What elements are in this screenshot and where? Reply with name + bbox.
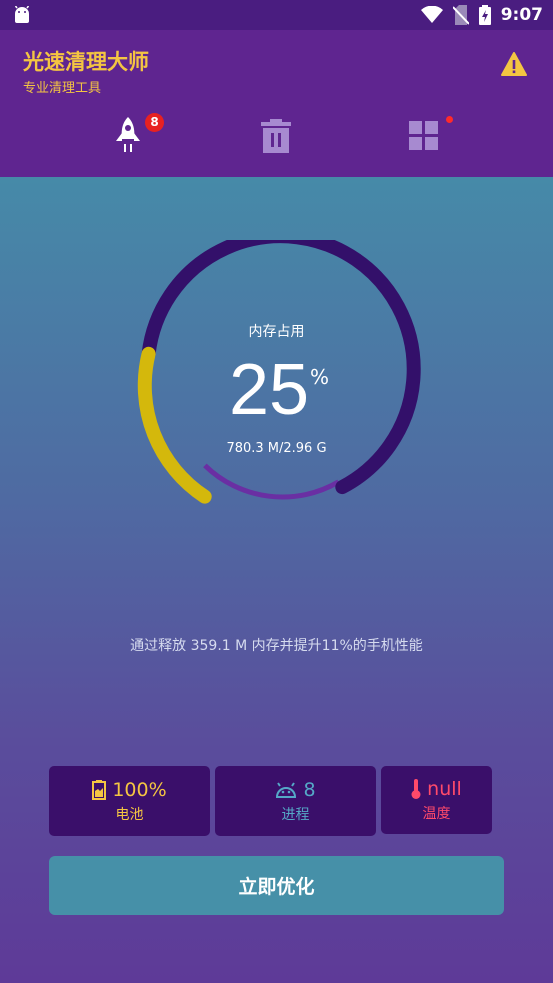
notification-badge: 8 (145, 113, 164, 132)
thermometer-icon (411, 778, 421, 799)
warning-icon[interactable] (500, 50, 528, 78)
process-value: 8 (303, 778, 316, 801)
status-bar: 9:07 (0, 0, 553, 30)
tab-clean[interactable] (256, 114, 296, 158)
android-process-icon (276, 781, 297, 798)
battery-icon (92, 779, 107, 800)
process-card[interactable]: 8 进程 (215, 766, 376, 836)
app-subtitle: 专业清理工具 (23, 81, 102, 96)
trash-icon (261, 119, 291, 153)
app-header: 光速清理大师 专业清理工具 8 (0, 30, 553, 177)
temperature-card[interactable]: null 温度 (381, 766, 492, 834)
tab-tools[interactable] (404, 114, 444, 158)
gauge-track-inner (203, 463, 340, 500)
gauge-unit: % (310, 365, 330, 389)
android-icon (14, 6, 30, 23)
no-sim-icon (452, 5, 469, 25)
tab-boost[interactable] (108, 114, 148, 158)
gauge-percent: 25 (228, 350, 310, 430)
temperature-value: null (427, 777, 462, 800)
optimize-button[interactable]: 立即优化 (49, 856, 504, 915)
app-title: 光速清理大师 (23, 50, 149, 74)
grid-icon (409, 121, 438, 150)
temperature-label: 温度 (422, 805, 451, 822)
battery-card[interactable]: 100% 电池 (49, 766, 210, 836)
tools-dot-badge (446, 116, 453, 123)
optimization-tip: 通过释放 359.1 M 内存并提升11%的手机性能 (130, 638, 423, 654)
main-panel: 内存占用 25 % 780.3 M/2.96 G 通过释放 359.1 M 内存… (0, 177, 553, 983)
wifi-icon (420, 6, 443, 23)
memory-usage-text: 780.3 M/2.96 G (226, 441, 327, 456)
gauge-label: 内存占用 (248, 324, 305, 340)
status-icons: 9:07 (420, 5, 543, 25)
gauge-fill (137, 346, 212, 504)
battery-value: 100% (112, 778, 167, 801)
status-time: 9:07 (500, 5, 543, 25)
rocket-icon (116, 117, 140, 152)
battery-label: 电池 (115, 806, 144, 823)
battery-charging-icon (478, 5, 491, 25)
process-label: 进程 (281, 806, 310, 823)
